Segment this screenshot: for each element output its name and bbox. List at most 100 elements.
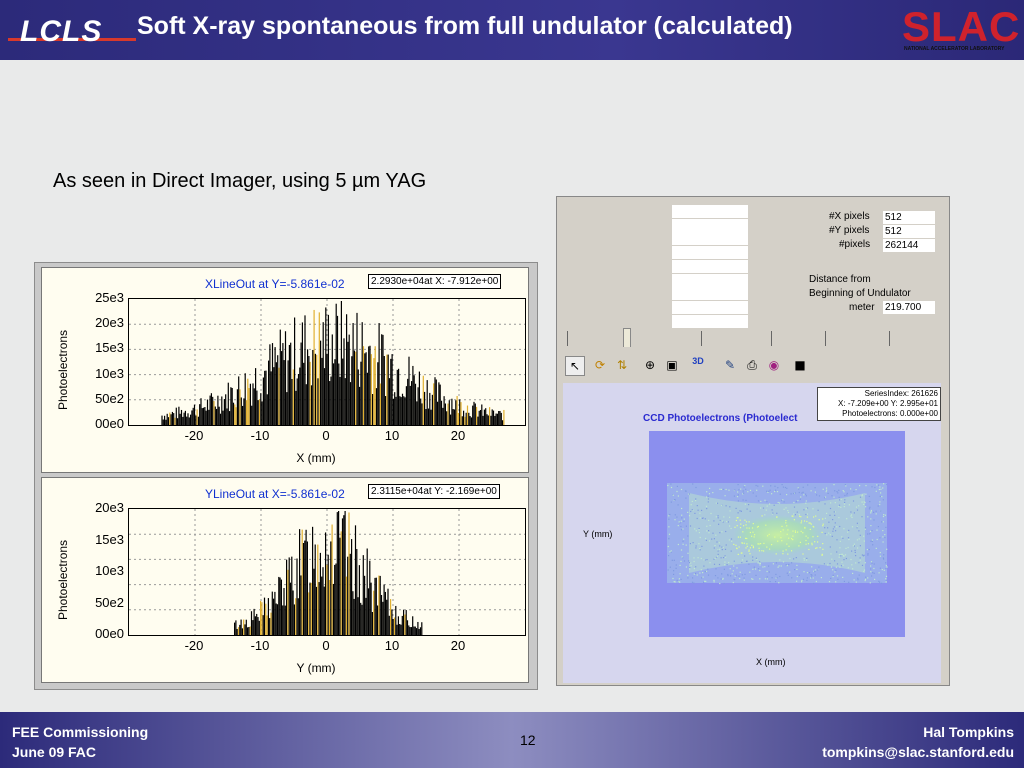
speckle-dot [758, 547, 760, 549]
speckle-dot [695, 545, 697, 547]
series-photoelectrons: Photoelectrons: 0.000e+00 [842, 409, 938, 418]
speckle-dot [805, 500, 807, 502]
speckle-dot [872, 544, 874, 546]
speckle-dot [715, 568, 717, 570]
tab-projections[interactable] [819, 331, 826, 346]
param-field[interactable] [672, 205, 748, 218]
speckle-dot [752, 568, 754, 570]
speckle-dot [690, 504, 692, 506]
rotate-icon[interactable]: ⟳ [591, 356, 609, 374]
footer-email[interactable]: tompkins@slac.stanford.edu [822, 744, 1014, 760]
speckle-dot [749, 571, 751, 573]
ylineout-plot-area[interactable] [128, 508, 526, 636]
3d-icon[interactable]: 3D [689, 356, 707, 374]
tab-b-w-image[interactable] [561, 331, 568, 346]
palette-icon[interactable]: ◉ [765, 356, 783, 374]
speckle-dot [866, 549, 868, 551]
tab-lineouts[interactable] [765, 331, 772, 346]
speckle-dot [673, 570, 675, 572]
speckle-dot [752, 531, 754, 533]
speckle-dot [731, 573, 733, 575]
speckle-dot [786, 525, 788, 527]
param-field[interactable] [672, 314, 748, 328]
pointer-icon[interactable]: ↖ [565, 356, 585, 376]
speckle-dot [696, 505, 698, 507]
speckle-dot [795, 557, 797, 559]
speckle-dot [832, 576, 834, 578]
speckle-dot [814, 541, 816, 543]
speckle-dot [870, 565, 872, 567]
ccd-title: CCD Photoelectrons (Photoelect [643, 413, 798, 424]
speckle-dot [719, 582, 721, 585]
speckle-dot [690, 510, 692, 513]
speckle-dot [794, 514, 796, 516]
y-pixels-field[interactable]: 512 [883, 225, 935, 238]
speckle-dot [702, 576, 704, 578]
param-field[interactable] [672, 259, 748, 273]
zoom-icon[interactable]: ⊕ [641, 356, 659, 374]
speckle-dot [670, 551, 672, 553]
tab-data[interactable] [883, 331, 890, 346]
param-field[interactable] [672, 287, 748, 301]
speckle-dot [859, 485, 861, 487]
tab-color-image[interactable] [623, 328, 631, 347]
speckle-dot [803, 520, 806, 522]
speckle-dot [690, 565, 692, 567]
speckle-dot [794, 569, 796, 571]
n-pixels-field[interactable]: 262144 [883, 239, 935, 252]
speckle-dot [876, 529, 878, 531]
chart-icon[interactable]: ✎ [721, 356, 739, 374]
speckle-dot [869, 501, 871, 503]
speckle-dot [677, 525, 679, 527]
speckle-dot [735, 544, 737, 546]
param-field[interactable] [672, 218, 748, 232]
speckle-dot [683, 538, 685, 540]
speckle-dot [734, 526, 736, 528]
speckle-dot [847, 537, 850, 539]
speckle-dot [722, 546, 724, 549]
tab-surface-plot[interactable] [695, 331, 702, 346]
xlineout-plot-area[interactable] [128, 298, 526, 426]
speckle-dot [872, 572, 874, 574]
speckle-dot [745, 537, 747, 539]
speckle-dot [765, 509, 767, 511]
axes-icon[interactable]: ⇅ [613, 356, 631, 374]
select-icon[interactable]: ▣ [663, 356, 681, 374]
speckle-dot [814, 487, 816, 489]
speckle-dot [766, 578, 768, 580]
speckle-dot [798, 545, 800, 547]
speckle-dot [848, 504, 850, 506]
meter-field[interactable]: 219.700 [883, 301, 935, 314]
ylineout-ylabel: Photoelectrons [56, 539, 70, 620]
speckle-dot [700, 569, 702, 571]
speckle-dot [826, 489, 828, 491]
speckle-dot [755, 495, 757, 497]
speckle-dot [699, 536, 701, 539]
speckle-dot [871, 562, 873, 564]
param-field[interactable] [672, 300, 748, 314]
speckle-dot [857, 547, 859, 549]
speckle-dot [805, 535, 807, 537]
speckle-dot [782, 561, 785, 563]
speckle-dot [689, 562, 691, 564]
speckle-dot [850, 515, 852, 517]
speckle-dot [824, 503, 826, 505]
param-field[interactable] [672, 232, 748, 246]
speckle-dot [739, 536, 741, 538]
speckle-dot [875, 513, 877, 515]
param-field[interactable] [672, 273, 748, 287]
speckle-dot [873, 519, 875, 521]
speckle-dot [753, 536, 755, 538]
speckle-dot [882, 530, 884, 532]
speckle-dot [737, 494, 739, 496]
x-pixels-field[interactable]: 512 [883, 211, 935, 224]
speckle-dot [839, 566, 841, 568]
param-field[interactable] [672, 246, 748, 260]
lcls-logo-text: LCLS [20, 15, 103, 48]
speckle-dot [766, 501, 768, 503]
speckle-dot [719, 532, 721, 534]
save-icon[interactable]: ■ [791, 356, 809, 374]
speckle-dot [706, 559, 708, 561]
ccd-image[interactable] [649, 431, 905, 637]
print-icon[interactable]: ⎙ [743, 356, 761, 374]
